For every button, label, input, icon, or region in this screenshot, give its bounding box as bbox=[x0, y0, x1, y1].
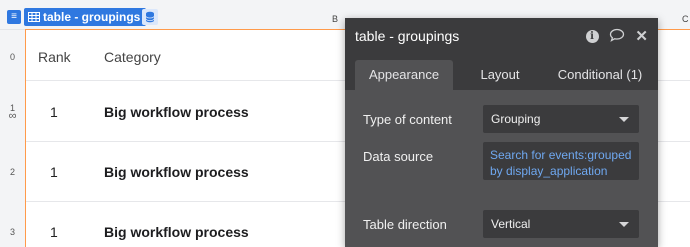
table-direction-value: Vertical bbox=[491, 217, 531, 231]
panel-title: table - groupings bbox=[355, 28, 460, 44]
tab-appearance[interactable]: Appearance bbox=[355, 60, 453, 90]
property-editor-panel[interactable]: table - groupings i ✕ Appearance Layout … bbox=[345, 18, 658, 247]
data-source-expression[interactable]: Search for events:grouped by display_app… bbox=[490, 147, 636, 179]
category-cell: Big workflow process bbox=[104, 104, 249, 120]
header-rank: Rank bbox=[38, 49, 71, 65]
table-grid-icon bbox=[28, 9, 40, 27]
table-direction-label: Table direction bbox=[363, 217, 447, 232]
table-direction-dropdown[interactable]: Vertical bbox=[483, 210, 639, 238]
type-of-content-value: Grouping bbox=[491, 112, 541, 126]
rank-cell: 1 bbox=[50, 224, 58, 240]
column-letter-b: B bbox=[332, 14, 339, 24]
tab-conditional[interactable]: Conditional (1) bbox=[547, 60, 653, 90]
comment-icon[interactable] bbox=[609, 28, 625, 45]
data-source-label: Data source bbox=[363, 149, 434, 164]
header-category: Category bbox=[104, 49, 161, 65]
info-icon[interactable]: i bbox=[585, 29, 599, 43]
tab-layout[interactable]: Layout bbox=[465, 60, 535, 90]
row-number: 3 bbox=[9, 227, 15, 237]
type-of-content-dropdown[interactable]: Grouping bbox=[483, 105, 639, 133]
element-tag[interactable]: table - groupings bbox=[24, 8, 147, 27]
row-number: 0 bbox=[9, 52, 15, 62]
rank-cell: 1 bbox=[50, 104, 58, 120]
data-source-field[interactable]: Search for events:grouped by display_app… bbox=[483, 142, 639, 180]
menu-icon[interactable]: ≡ bbox=[7, 10, 21, 24]
row-gutter: 0 1 ∞ 2 3 bbox=[0, 30, 26, 247]
category-cell: Big workflow process bbox=[104, 224, 249, 240]
panel-header-icons: i ✕ bbox=[580, 27, 648, 45]
element-tag-label: table - groupings bbox=[43, 10, 141, 24]
close-icon[interactable]: ✕ bbox=[635, 27, 648, 45]
chevron-down-icon bbox=[619, 222, 629, 227]
column-letter-c: C bbox=[682, 14, 689, 24]
panel-tabs: Appearance Layout Conditional (1) bbox=[345, 60, 658, 90]
infinity-icon: ∞ bbox=[8, 110, 17, 122]
database-icon[interactable] bbox=[142, 9, 158, 25]
selection-outline-left bbox=[25, 29, 26, 247]
panel-body: Type of content Grouping Data source Sea… bbox=[345, 90, 658, 247]
chevron-down-icon bbox=[619, 117, 629, 122]
category-cell: Big workflow process bbox=[104, 164, 249, 180]
row-number: 2 bbox=[9, 167, 15, 177]
rank-cell: 1 bbox=[50, 164, 58, 180]
type-of-content-label: Type of content bbox=[363, 112, 452, 127]
